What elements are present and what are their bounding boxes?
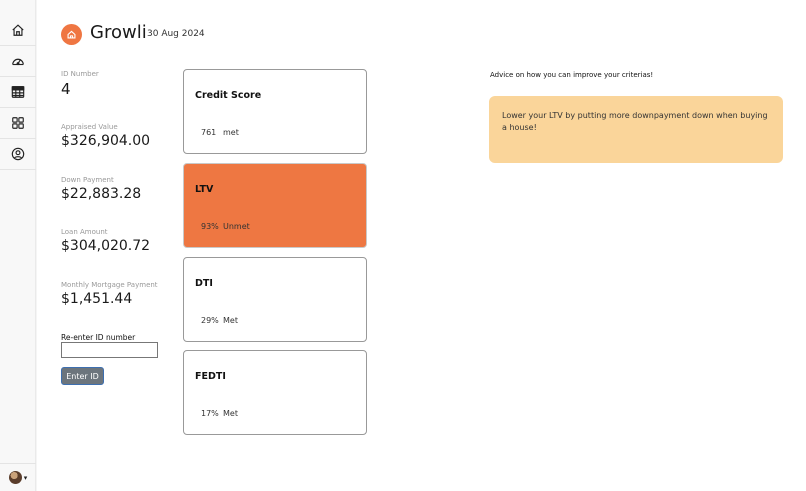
chevron-down-icon: ▾ [23, 473, 28, 482]
field-down-payment: Down Payment $22,883.28 [61, 176, 141, 202]
avatar [8, 471, 22, 484]
enter-id-button[interactable]: Enter ID [61, 367, 104, 385]
field-label: ID Number [61, 70, 99, 78]
brand-logo [61, 24, 82, 45]
field-value: $326,904.00 [61, 133, 151, 149]
nav-table[interactable] [0, 77, 36, 108]
nav-home[interactable] [0, 15, 36, 46]
field-value: $304,020.72 [61, 238, 151, 254]
card-value: 17% [201, 409, 219, 418]
card-status: Met [223, 316, 238, 325]
field-appraised-value: Appraised Value $326,904.00 [61, 123, 150, 149]
card-ltv: LTV 93% Unmet [183, 163, 367, 248]
field-value: $22,883.28 [61, 186, 142, 202]
app-name: Growli [90, 22, 147, 43]
card-title: DTI [195, 278, 213, 289]
reenter-id-label: Re-enter ID number [61, 333, 136, 342]
card-credit-score: Credit Score 761 met [183, 69, 367, 154]
card-title: Credit Score [195, 90, 262, 101]
field-monthly-payment: Monthly Mortgage Payment $1,451.44 [61, 281, 158, 307]
advice-title: Advice on how you can improve your crite… [490, 71, 654, 79]
nav-apps[interactable] [0, 108, 36, 139]
user-circle-icon [11, 147, 25, 161]
nav-dashboard[interactable] [0, 46, 36, 77]
grid-icon [12, 117, 24, 129]
field-label: Down Payment [61, 176, 114, 184]
speedometer-icon [12, 58, 24, 66]
card-dti: DTI 29% Met [183, 257, 367, 342]
field-value: $1,451.44 [61, 291, 133, 307]
field-value: 4 [61, 80, 71, 98]
card-status: Met [223, 409, 238, 418]
header-date: 30 Aug 2024 [147, 29, 205, 39]
home-icon [12, 24, 24, 36]
house-logo-icon [67, 30, 76, 39]
card-title: FEDTI [195, 371, 226, 382]
card-title: LTV [195, 184, 214, 195]
field-label: Appraised Value [61, 123, 118, 131]
card-value: 761 [201, 128, 217, 137]
advice-box: Lower your LTV by putting more downpayme… [489, 96, 783, 163]
nav-profile[interactable] [0, 139, 36, 170]
card-fedti: FEDTI 17% Met [183, 350, 367, 435]
card-value: 93% [201, 222, 219, 231]
card-status: met [223, 128, 239, 137]
sidebar: ▾ [0, 0, 36, 491]
id-number-input[interactable] [61, 342, 158, 358]
field-label: Monthly Mortgage Payment [61, 281, 158, 289]
field-label: Loan Amount [61, 228, 108, 236]
field-loan-amount: Loan Amount $304,020.72 [61, 228, 150, 254]
field-id-number: ID Number 4 [61, 70, 99, 98]
card-status: Unmet [223, 222, 250, 231]
table-icon [11, 86, 25, 98]
main-content: Growli 30 Aug 2024 ID Number 4 Appraised… [37, 0, 806, 491]
user-menu[interactable]: ▾ [0, 463, 36, 491]
card-value: 29% [201, 316, 219, 325]
